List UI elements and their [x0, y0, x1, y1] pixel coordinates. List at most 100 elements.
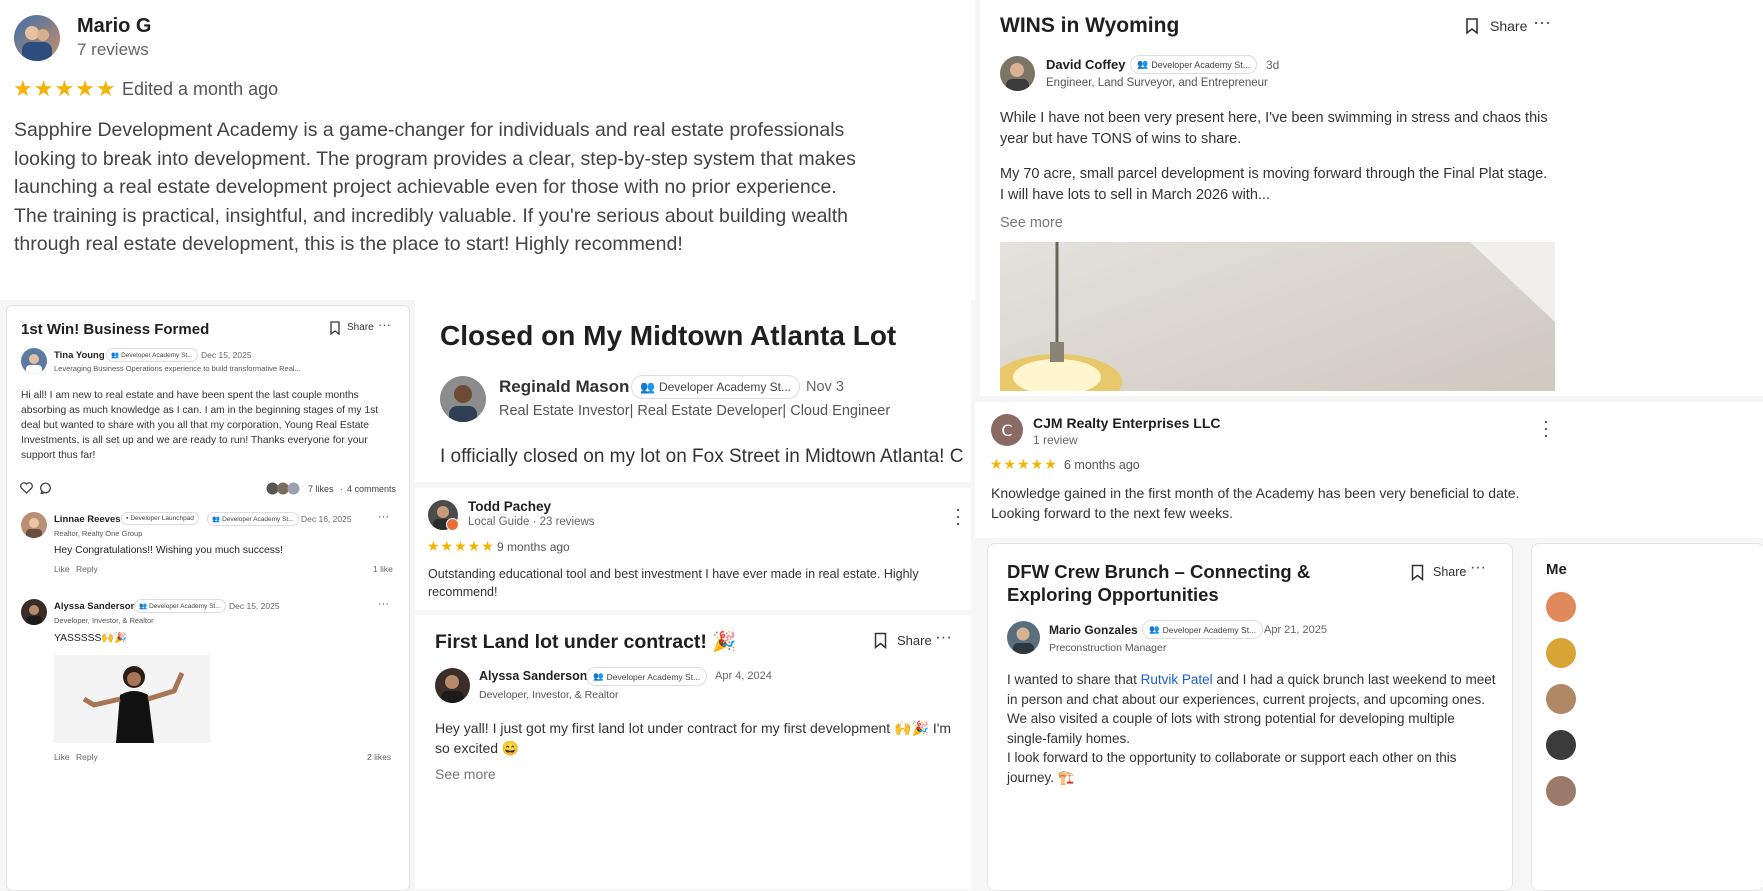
group-icon: 👥 — [212, 516, 221, 523]
member-badge: 👥 Developer Academy St... — [1130, 55, 1258, 74]
comment-count[interactable]: 4 comments — [347, 484, 396, 494]
post-title[interactable]: WINS in Wyoming — [1000, 14, 1179, 38]
avatar[interactable]: C — [991, 414, 1023, 446]
author-name[interactable]: Reginald Mason — [499, 377, 629, 397]
member-badge: 👥 Developer Academy St... — [1142, 620, 1264, 639]
bookmark-button[interactable] — [1410, 564, 1425, 581]
avatar[interactable] — [435, 668, 470, 703]
avatar[interactable] — [1546, 684, 1576, 714]
more-options-icon[interactable]: ··· — [935, 627, 952, 647]
more-options-icon[interactable]: ··· — [378, 317, 391, 332]
comment-icon[interactable] — [39, 482, 52, 494]
avatar[interactable] — [1546, 776, 1576, 806]
share-button[interactable]: Share — [1433, 565, 1466, 579]
person-icon — [22, 26, 52, 61]
commenter-name[interactable]: Linnae Reeves — [54, 514, 121, 525]
more-options-icon[interactable]: ··· — [1541, 412, 1551, 444]
person-icon — [26, 354, 42, 374]
group-icon: 👥 — [139, 603, 148, 610]
avatar[interactable] — [14, 15, 60, 61]
post-title-line: Exploring Opportunities — [1007, 584, 1219, 605]
like-icon[interactable] — [20, 482, 33, 494]
person-icon — [1006, 63, 1029, 91]
post-title[interactable]: 1st Win! Business Formed — [21, 321, 209, 338]
avatar[interactable] — [21, 348, 47, 374]
post-body: I officially closed on my lot on Fox Str… — [440, 446, 964, 467]
post-image[interactable] — [1000, 242, 1555, 391]
post-paragraph: While I have not been very present here,… — [1000, 110, 1548, 147]
comment-like-count: 2 likes — [367, 752, 392, 762]
member-badge: 👥 Developer Academy St... — [586, 667, 708, 686]
liker-avatars[interactable] — [266, 482, 304, 495]
person-icon — [449, 385, 477, 422]
avatar[interactable] — [21, 599, 47, 625]
avatar[interactable] — [1007, 621, 1040, 654]
more-options-icon[interactable]: ··· — [378, 598, 389, 610]
see-more-link[interactable]: See more — [435, 766, 496, 782]
reviewer-name[interactable]: Mario G — [77, 15, 151, 38]
reviewer-name[interactable]: CJM Realty Enterprises LLC — [1033, 415, 1221, 431]
share-button[interactable]: Share — [1490, 18, 1527, 34]
avatar[interactable] — [1000, 56, 1035, 91]
more-options-icon[interactable]: ··· — [378, 511, 389, 523]
reply-button[interactable]: Reply — [76, 752, 98, 762]
member-badge: 👥 Developer Academy St... — [106, 348, 198, 362]
local-guide-icon — [446, 518, 459, 531]
comment-date: Dec 16, 2025 — [301, 514, 352, 524]
author-headline: Engineer, Land Surveyor, and Entrepreneu… — [1046, 77, 1268, 89]
post-landlot: First Land lot under contract! 🎉 Share ·… — [415, 615, 971, 889]
post-title[interactable]: DFW Crew Brunch – Connecting & Exploring… — [1007, 560, 1310, 606]
comment-text: YASSSSS🙌🎉 — [54, 633, 127, 644]
post-body-text: I wanted to share that — [1007, 672, 1141, 687]
comment-like-count: 1 like — [373, 564, 393, 574]
edited-label: Edited a month ago — [122, 79, 279, 99]
post-date: Apr 21, 2025 — [1264, 624, 1327, 636]
more-options-icon[interactable]: ··· — [1470, 559, 1486, 577]
post-title[interactable]: First Land lot under contract! 🎉 — [435, 630, 737, 654]
author-name[interactable]: Tina Young — [54, 350, 105, 361]
group-icon: 👥 — [593, 671, 604, 681]
comment-date: Dec 15, 2025 — [229, 601, 280, 611]
like-button[interactable]: Like — [54, 752, 70, 762]
author-headline: Developer, Investor, & Realtor — [479, 689, 619, 701]
reply-button[interactable]: Reply — [76, 564, 98, 574]
more-options-icon[interactable]: ··· — [953, 500, 963, 532]
commenter-headline: Realtor, Realty One Group — [54, 529, 143, 538]
avatar[interactable] — [21, 512, 47, 538]
person-photo-image — [54, 655, 210, 743]
mention-link[interactable]: Rutvik Patel — [1141, 672, 1213, 687]
post-date: Apr 4, 2024 — [715, 670, 772, 682]
like-button[interactable]: Like — [54, 564, 70, 574]
post-body: I wanted to share that Rutvik Patel and … — [1007, 670, 1497, 748]
avatar[interactable] — [1546, 638, 1576, 668]
reviewer-meta: Local Guide · 23 reviews — [468, 516, 595, 528]
bookmark-button[interactable] — [329, 321, 341, 335]
group-icon: 👥 — [1137, 59, 1149, 69]
bookmark-button[interactable] — [873, 632, 888, 649]
like-count[interactable]: 7 likes — [308, 484, 334, 494]
star-rating: ★★★★★ — [427, 538, 495, 554]
avatar[interactable] — [1546, 730, 1576, 760]
author-name[interactable]: David Coffey — [1046, 57, 1125, 72]
share-button[interactable]: Share — [897, 633, 932, 648]
post-midtown: Closed on My Midtown Atlanta Lot Reginal… — [415, 300, 971, 482]
see-more-link[interactable]: See more — [1000, 215, 1063, 231]
author-name[interactable]: Mario Gonzales — [1049, 623, 1138, 637]
comment-text: Hey Congratulations!! Wishing you much s… — [54, 545, 283, 556]
author-name[interactable]: Alyssa Sanderson — [479, 669, 587, 683]
commenter-name[interactable]: Alyssa Sanderson — [54, 601, 136, 612]
reviewer-name[interactable]: Todd Pachey — [468, 499, 551, 514]
comment-image[interactable] — [54, 655, 210, 743]
more-options-icon[interactable]: ··· — [1533, 12, 1551, 33]
avatar[interactable] — [440, 376, 486, 422]
share-button[interactable]: Share — [347, 322, 374, 333]
member-badge: 👥 Developer Academy St... — [134, 599, 226, 613]
member-badge: ▪ Developer Launchpad — [121, 512, 199, 525]
bookmark-button[interactable] — [1464, 17, 1480, 35]
review-text: Sapphire Development Academy is a game-c… — [14, 119, 856, 255]
post-title[interactable]: Closed on My Midtown Atlanta Lot — [440, 320, 896, 352]
post-body-text: I look forward to the opportunity to col… — [1007, 750, 1457, 785]
author-headline: Preconstruction Manager — [1049, 642, 1167, 654]
avatar[interactable] — [1546, 592, 1576, 622]
launchpad-icon: ▪ — [126, 515, 129, 522]
